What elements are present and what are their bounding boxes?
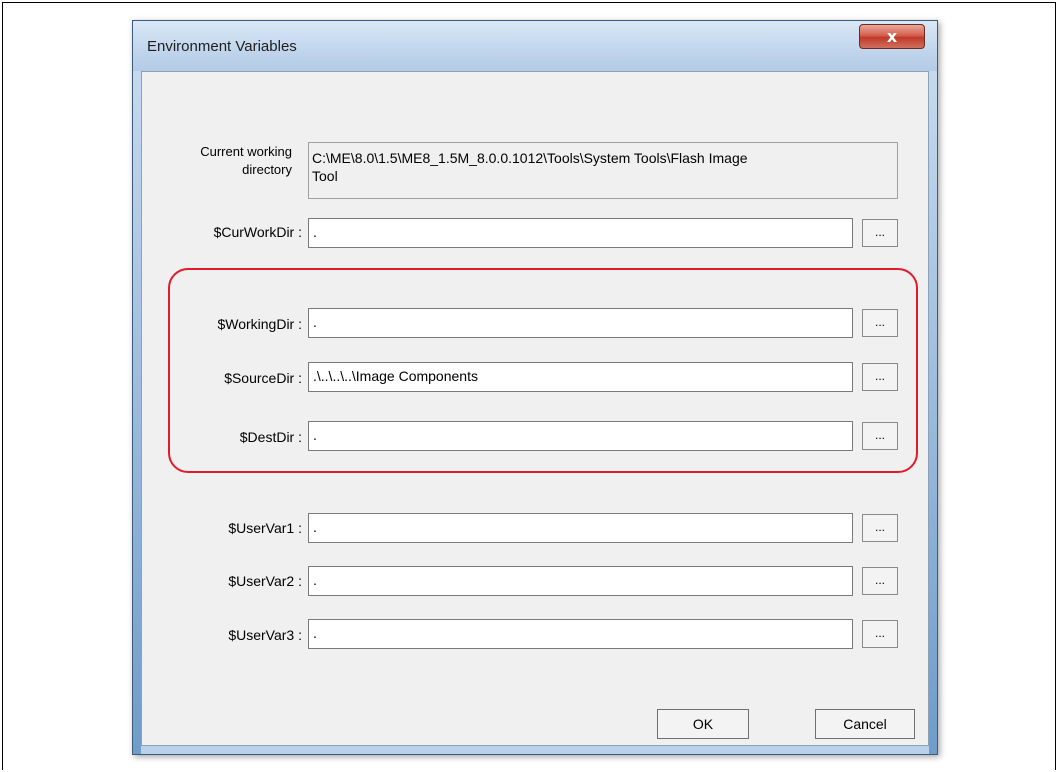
- cwd-label-line2: directory: [242, 162, 292, 177]
- destdir-input[interactable]: .: [308, 421, 853, 451]
- uservar2-input[interactable]: .: [308, 566, 853, 596]
- uservar2-browse-button[interactable]: ...: [862, 567, 898, 595]
- workingdir-label: $WorkingDir :: [217, 316, 302, 332]
- environment-variables-dialog: Environment Variables x Current working …: [132, 20, 938, 755]
- sourcedir-label: $SourceDir :: [224, 370, 302, 386]
- uservar1-label: $UserVar1 :: [228, 520, 302, 536]
- workingdir-browse-button[interactable]: ...: [862, 309, 898, 337]
- curworkdir-label: $CurWorkDir :: [213, 224, 302, 240]
- cwd-value-line2: Tool: [312, 168, 338, 184]
- window-border-left: [133, 71, 141, 754]
- uservar1-input[interactable]: .: [308, 513, 853, 543]
- window-border-right: [929, 71, 937, 754]
- current-working-directory-value: C:\ME\8.0\1.5\ME8_1.5M_8.0.0.1012\Tools\…: [308, 142, 898, 199]
- ok-button[interactable]: OK: [657, 709, 749, 739]
- sourcedir-input[interactable]: .\..\..\..\Image Components: [308, 362, 853, 392]
- close-icon: x: [886, 27, 898, 46]
- uservar2-label: $UserVar2 :: [228, 573, 302, 589]
- cwd-label-line1: Current working: [200, 144, 292, 159]
- uservar3-input[interactable]: .: [308, 619, 853, 649]
- destdir-browse-button[interactable]: ...: [862, 422, 898, 450]
- title-bar[interactable]: Environment Variables x: [133, 21, 937, 71]
- dialog-client-area: Current working directory C:\ME\8.0\1.5\…: [141, 71, 929, 746]
- curworkdir-browse-button[interactable]: ...: [862, 219, 898, 247]
- curworkdir-input[interactable]: .: [308, 218, 853, 248]
- window-title: Environment Variables: [147, 38, 297, 55]
- current-working-directory-label: Current working directory: [152, 143, 292, 179]
- cwd-value-line1: C:\ME\8.0\1.5\ME8_1.5M_8.0.0.1012\Tools\…: [312, 150, 748, 166]
- sourcedir-browse-button[interactable]: ...: [862, 363, 898, 391]
- uservar3-label: $UserVar3 :: [228, 627, 302, 643]
- destdir-label: $DestDir :: [239, 429, 302, 445]
- workingdir-input[interactable]: .: [308, 308, 853, 338]
- uservar1-browse-button[interactable]: ...: [862, 514, 898, 542]
- close-button[interactable]: x: [859, 24, 925, 49]
- uservar3-browse-button[interactable]: ...: [862, 620, 898, 648]
- cancel-button[interactable]: Cancel: [815, 709, 915, 739]
